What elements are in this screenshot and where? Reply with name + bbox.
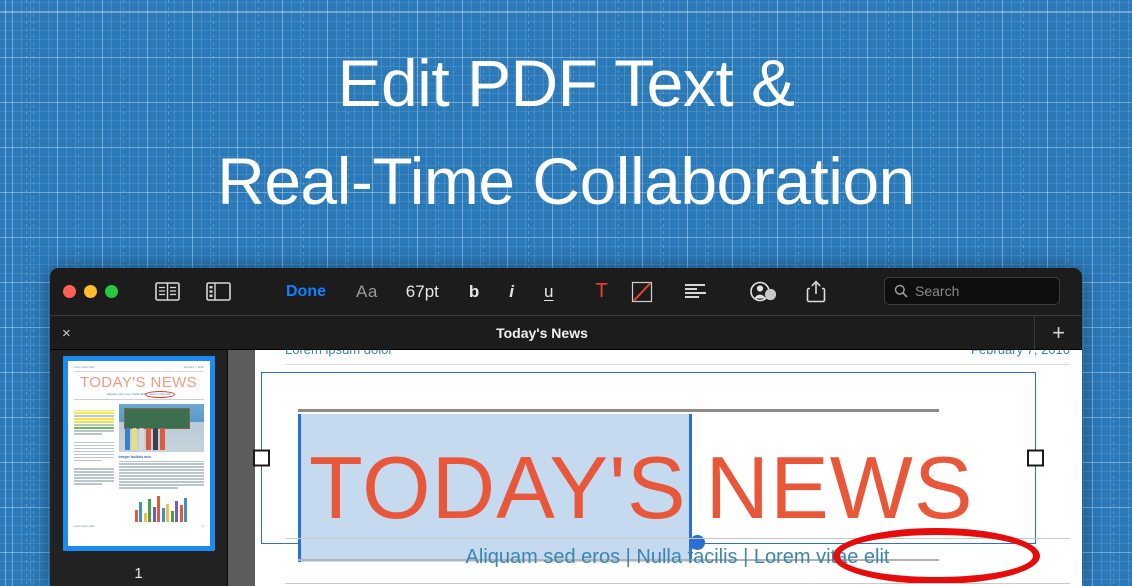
text-align-icon[interactable] (684, 277, 708, 307)
thumbnail-meta-right: February 7, 2016 (183, 366, 204, 369)
view-mode-group (155, 277, 231, 307)
thumbnail-chart (119, 492, 204, 522)
page-thumbnail-preview: Lorem ipsum dolor February 7, 2016 TODAY… (67, 361, 210, 546)
document-header-left: Lorem ipsum dolor (285, 350, 393, 357)
thumbnail-right-column: Integer facilisis arcu (118, 404, 204, 522)
headline-selected-text[interactable]: TODAY'S (298, 414, 692, 562)
thumbnail-footer-right: 1 (202, 524, 204, 528)
thumbnail-footer: Lorem ipsum dolor 1 (74, 525, 204, 528)
thumbnail-rule (73, 371, 204, 372)
traffic-light-group (63, 285, 118, 298)
thumbnail-page-number: 1 (134, 565, 143, 582)
text-selection-frame[interactable]: TODAY'S NEWS (253, 372, 1044, 562)
page-thumbnail-selected[interactable]: Lorem ipsum dolor February 7, 2016 TODAY… (62, 356, 215, 551)
thumbnail-sidebar: Lorem ipsum dolor February 7, 2016 TODAY… (50, 350, 228, 586)
two-column-view-icon[interactable] (155, 277, 180, 307)
minimize-window-button[interactable] (84, 285, 97, 298)
window-body: Lorem ipsum dolor February 7, 2016 TODAY… (50, 350, 1082, 586)
share-icon[interactable] (806, 277, 826, 307)
font-size-field[interactable]: 67pt (406, 277, 439, 307)
thumbnail-article-heading: Integer facilisis arcu (118, 455, 152, 459)
search-input[interactable]: Search (915, 283, 959, 299)
document-header-right: February 7, 2016 (971, 350, 1070, 357)
close-window-button[interactable] (63, 285, 76, 298)
search-field[interactable]: Search (884, 277, 1060, 305)
thumbnail-columns: Integer facilisis arcu (73, 404, 204, 522)
zoom-window-button[interactable] (105, 285, 118, 298)
collaborate-people-icon[interactable] (749, 277, 778, 307)
screenshot-root: Edit PDF Text & Real-Time Collaboration (0, 0, 1132, 586)
tab-bar: × Today's News + (50, 315, 1082, 350)
document-header-rule (285, 364, 1070, 365)
done-button[interactable]: Done (286, 277, 326, 307)
app-window: Done Aa 67pt b i u T Search × Today's Ne… (50, 268, 1082, 586)
document-rule-lower (285, 583, 1070, 584)
thumbnail-ellipse-annotation-icon (145, 391, 175, 398)
selection-handle-right[interactable] (1027, 449, 1044, 467)
thumbnail-meta: Lorem ipsum dolor February 7, 2016 (74, 366, 204, 369)
thumbnail-col-heading-1 (74, 404, 114, 408)
underline-button[interactable]: u (544, 277, 553, 307)
italic-button[interactable]: i (509, 277, 514, 307)
window-toolbar: Done Aa 67pt b i u T Search (50, 268, 1082, 316)
thumbnail-subline: Aliquam sed eros | Nulla facilis | Lorem… (74, 391, 204, 398)
shape-style-icon[interactable] (630, 277, 654, 307)
font-panel-button[interactable]: Aa (356, 277, 378, 307)
tab-close-button[interactable]: × (62, 316, 71, 350)
masthead-rule-top (298, 409, 939, 412)
tab-title[interactable]: Today's News (50, 325, 1034, 341)
red-ellipse-annotation[interactable] (833, 528, 1040, 584)
thumbnail-hr (73, 399, 204, 400)
selection-handle-left[interactable] (253, 449, 270, 467)
sidebar-view-icon[interactable] (206, 277, 231, 307)
headline-remaining-text[interactable]: NEWS (692, 436, 974, 540)
document-viewport[interactable]: Lorem ipsum dolor February 7, 2016 TODAY… (228, 350, 1082, 586)
thumbnail-col-heading-3 (74, 463, 114, 467)
thumbnail-photo (118, 404, 204, 452)
bold-button[interactable]: b (469, 277, 479, 307)
thumbnail-masthead: TODAY'S NEWS (79, 374, 198, 391)
text-color-button[interactable]: T (595, 277, 607, 307)
thumbnail-footer-left: Lorem ipsum dolor (73, 524, 95, 528)
pdf-page[interactable]: Lorem ipsum dolor February 7, 2016 TODAY… (253, 350, 1082, 586)
thumbnail-left-column (73, 404, 114, 522)
thumbnail-meta-left: Lorem ipsum dolor (73, 366, 95, 369)
thumbnail-col-heading-2 (74, 436, 114, 440)
document-header: Lorem ipsum dolor February 7, 2016 (285, 350, 1070, 357)
new-tab-button[interactable]: + (1034, 315, 1082, 350)
search-icon (894, 284, 908, 298)
